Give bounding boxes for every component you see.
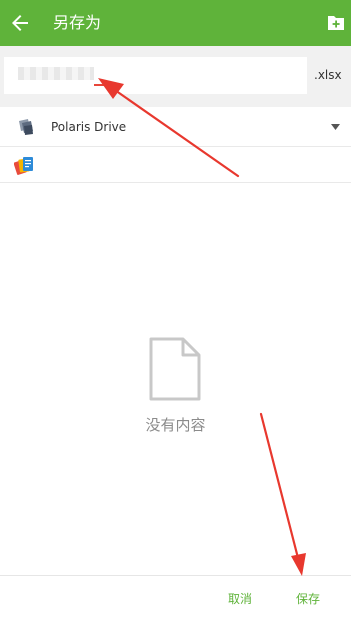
- polaris-drive-icon: [19, 119, 33, 135]
- root-folder-item[interactable]: [0, 147, 351, 183]
- cancel-button[interactable]: 取消: [228, 591, 252, 607]
- storage-location-selector[interactable]: Polaris Drive: [0, 107, 351, 147]
- empty-state-text: 没有内容: [145, 416, 206, 434]
- save-button[interactable]: 保存: [296, 591, 320, 607]
- polaris-office-icon: [14, 157, 33, 175]
- blank-document-icon: [149, 337, 201, 401]
- drive-label: Polaris Drive: [51, 120, 127, 134]
- file-extension: .xlsx: [314, 68, 342, 82]
- annotation-arrow-to-save: [259, 412, 306, 576]
- page-title: 另存为: [53, 13, 102, 32]
- blurred-file-name: [18, 67, 94, 80]
- new-folder-icon[interactable]: [327, 13, 345, 31]
- caret-down-icon: [331, 124, 340, 130]
- back-arrow-icon[interactable]: [8, 11, 32, 35]
- app-bar: 另存为: [0, 0, 351, 46]
- text-cursor: [94, 84, 106, 86]
